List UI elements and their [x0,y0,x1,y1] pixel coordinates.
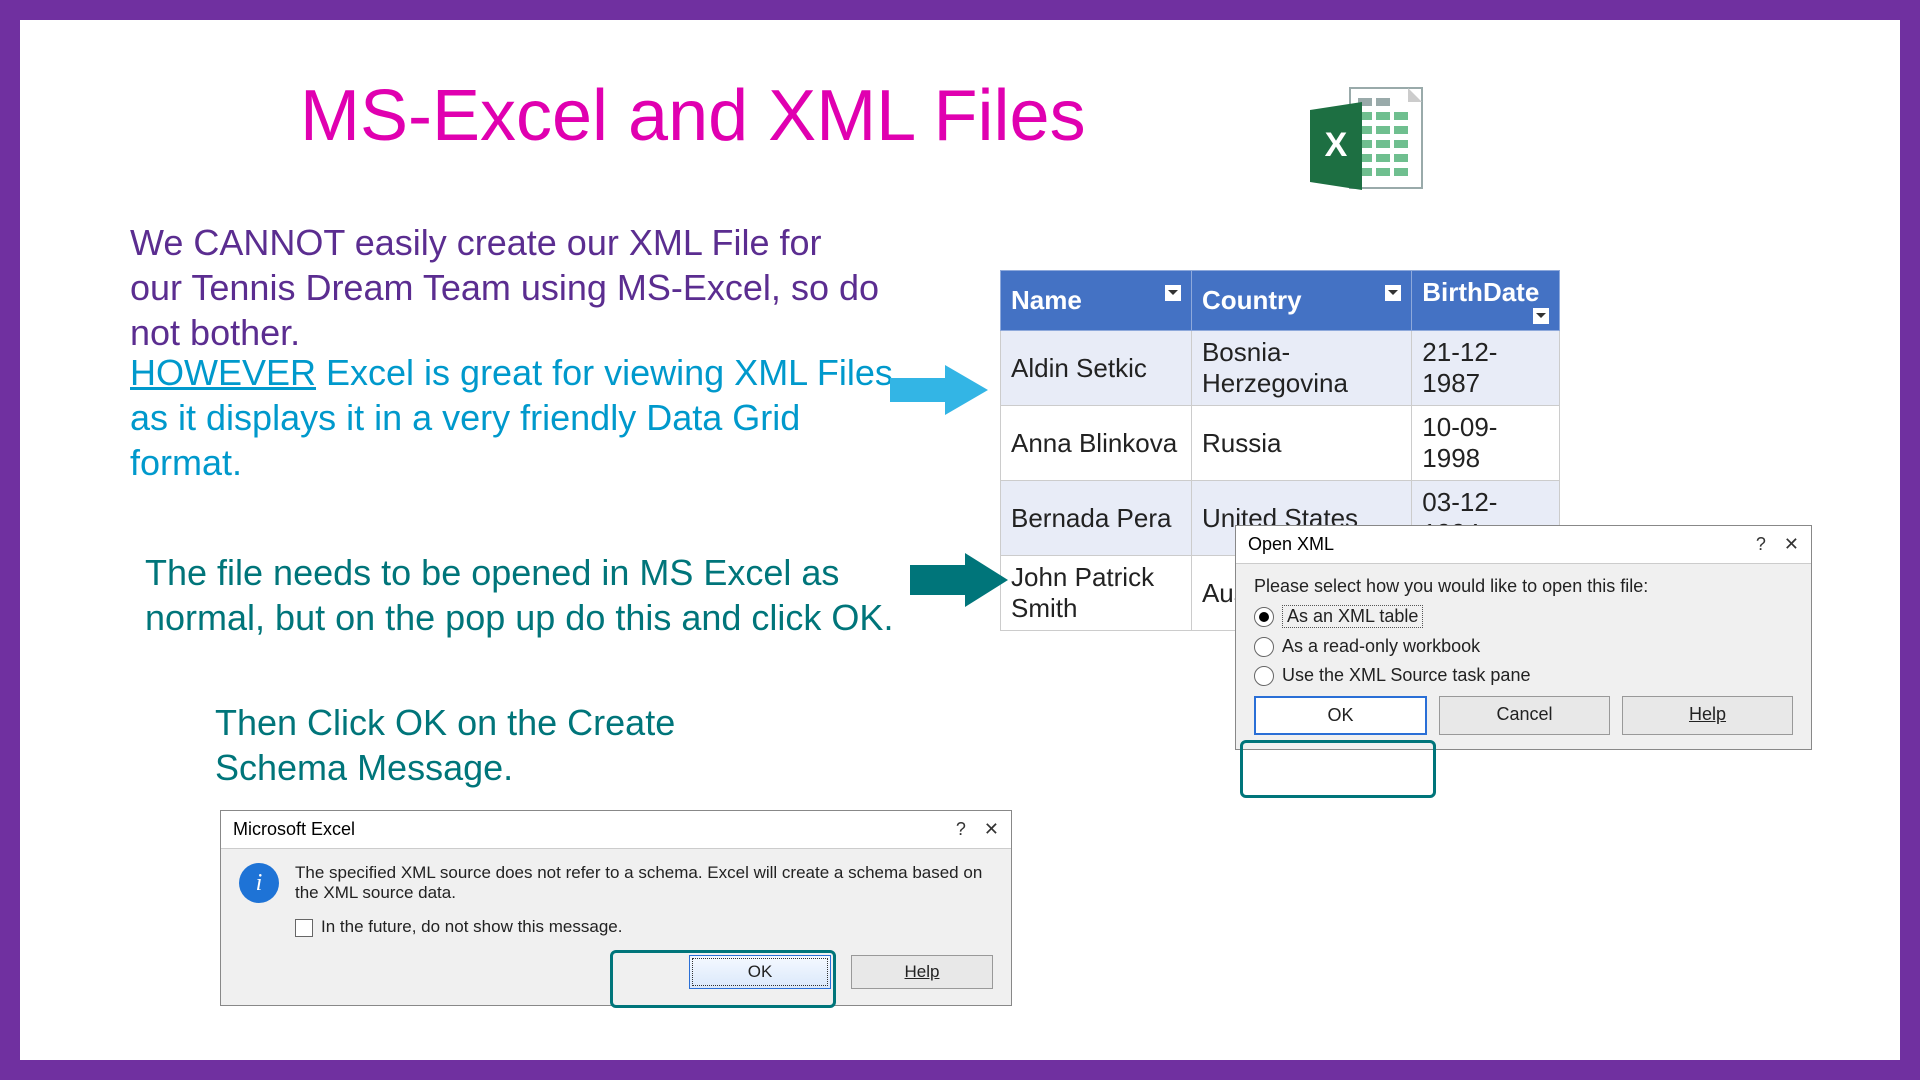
radio-xml-table[interactable]: As an XML table [1254,605,1793,628]
radio-icon [1254,607,1274,627]
arrow-right-icon [910,550,1010,610]
close-icon[interactable]: ✕ [1784,534,1799,555]
radio-icon [1254,637,1274,657]
help-icon[interactable]: ? [956,819,966,840]
cancel-button[interactable]: Cancel [1439,696,1610,735]
table-row: Aldin SetkicBosnia-Herzegovina21-12-1987 [1001,331,1560,406]
filter-dropdown-icon[interactable] [1385,285,1401,301]
help-button[interactable]: Help [851,955,993,989]
filter-dropdown-icon[interactable] [1165,285,1181,301]
dialog-prompt: Please select how you would like to open… [1254,576,1793,597]
col-birthdate: BirthDate [1412,271,1560,331]
slide-title: MS-Excel and XML Files [300,75,1086,157]
arrow-right-icon [890,360,990,420]
however-word: HOWEVER [130,352,316,393]
schema-message: The specified XML source does not refer … [295,863,993,903]
dialog-titlebar: Microsoft Excel ? ✕ [221,811,1011,849]
dialog-title: Microsoft Excel [233,819,355,840]
highlight-box [1240,740,1436,798]
table-row: Anna BlinkovaRussia10-09-1998 [1001,406,1560,481]
svg-text:X: X [1325,126,1348,164]
info-icon: i [239,863,279,903]
ok-button[interactable]: OK [1254,696,1427,735]
intro-paragraph-2: HOWEVER Excel is great for viewing XML F… [130,350,900,485]
instruction-schema: Then Click OK on the Create Schema Messa… [215,700,775,790]
future-checkbox-row[interactable]: In the future, do not show this message. [295,917,993,937]
radio-icon [1254,666,1274,686]
col-name: Name [1001,271,1192,331]
dialog-titlebar: Open XML ? ✕ [1236,526,1811,564]
highlight-box [610,950,836,1008]
open-xml-dialog: Open XML ? ✕ Please select how you would… [1235,525,1812,750]
help-button[interactable]: Help [1622,696,1793,735]
instruction-open: The file needs to be opened in MS Excel … [145,550,915,640]
intro-paragraph-1: We CANNOT easily create our XML File for… [130,220,880,355]
help-icon[interactable]: ? [1756,534,1766,555]
col-country: Country [1191,271,1411,331]
dialog-title: Open XML [1248,534,1334,555]
checkbox-icon [295,919,313,937]
radio-readonly[interactable]: As a read-only workbook [1254,636,1793,657]
close-icon[interactable]: ✕ [984,819,999,840]
filter-dropdown-icon[interactable] [1533,308,1549,324]
excel-icon: X [1300,80,1430,210]
radio-source-pane[interactable]: Use the XML Source task pane [1254,665,1793,686]
